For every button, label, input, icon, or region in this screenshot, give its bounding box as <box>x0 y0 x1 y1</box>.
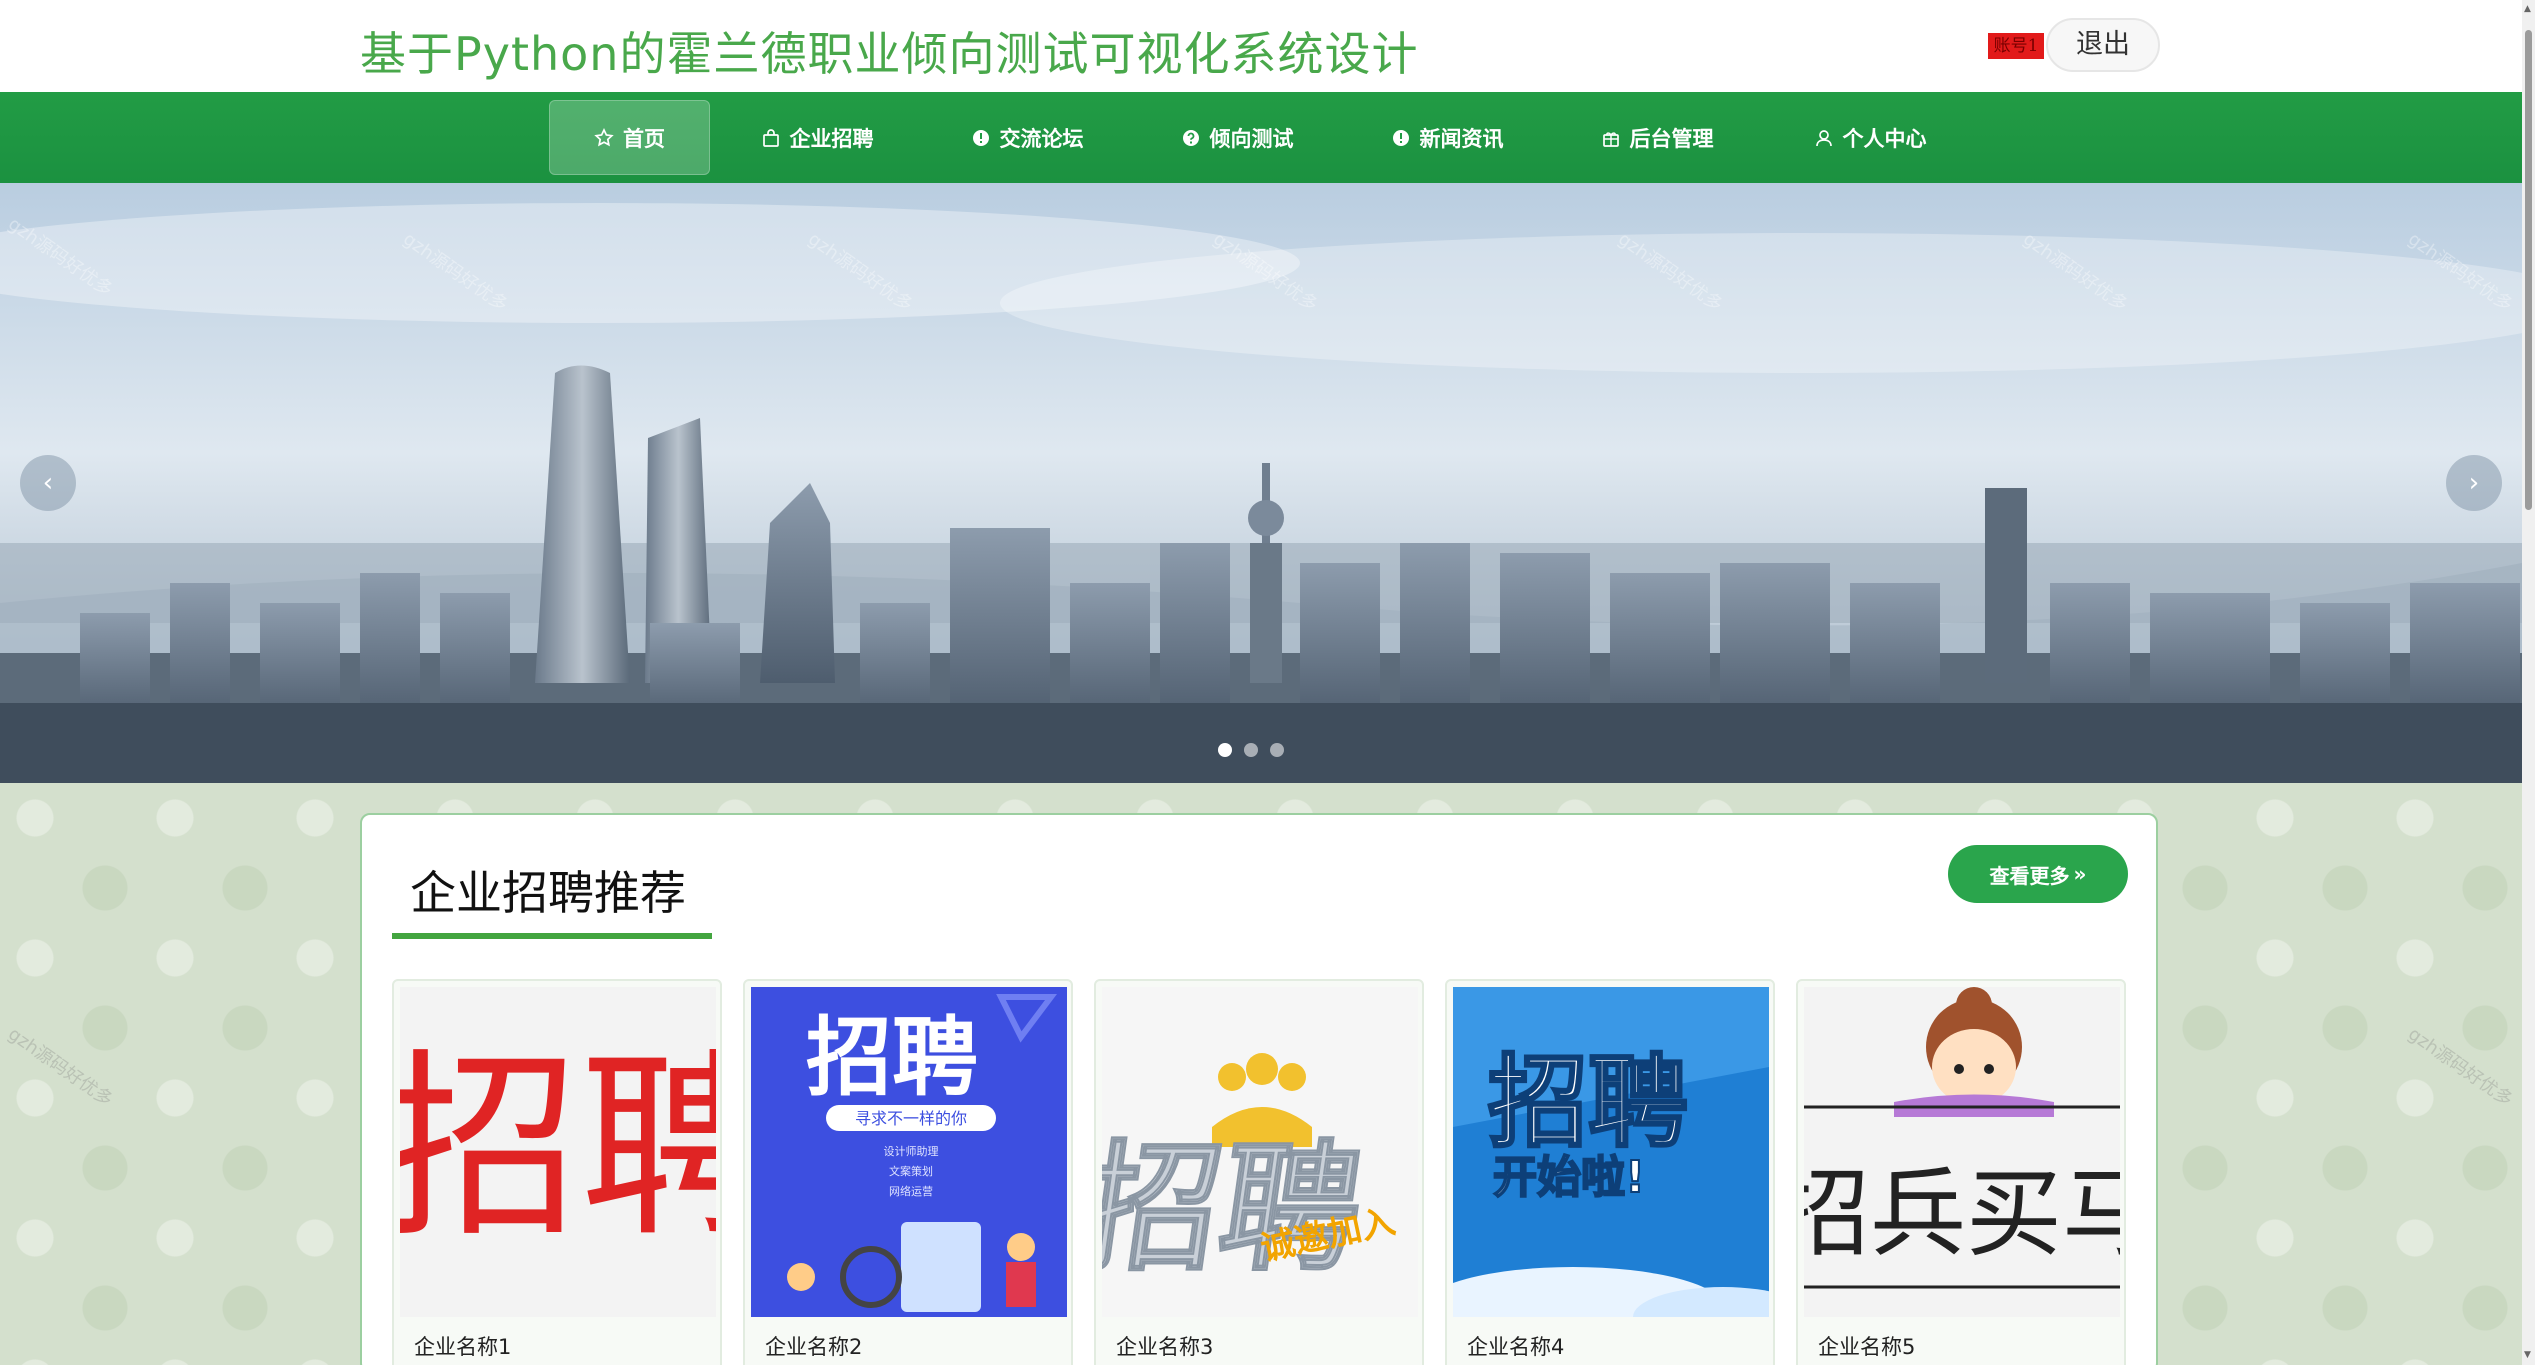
carousel-dot[interactable] <box>1244 743 1258 757</box>
recruitment-panel: 企业招聘推荐 查看更多 » 招聘 企业名称1 招聘 <box>360 813 2158 1365</box>
carousel-prev-button[interactable]: ‹ <box>20 455 76 511</box>
company-poster: 招兵买马 <box>1804 987 2120 1317</box>
star-icon <box>594 127 614 148</box>
nav-item-label: 首页 <box>623 126 665 151</box>
nav-item-forum[interactable]: 交流论坛 <box>962 100 1092 175</box>
chevron-left-icon: ‹ <box>42 468 54 498</box>
poster-line: 网络运营 <box>889 1184 933 1198</box>
bag-icon <box>761 128 781 148</box>
company-card[interactable]: 招聘 寻求不一样的你 设计师助理 文案策划 网络运营 企业名称2 <box>743 979 1073 1365</box>
watermark: gzh源码好优多 <box>2404 1023 2517 1111</box>
company-poster: 招聘 诚邀加入 <box>1102 987 1418 1317</box>
site-title: 基于Python的霍兰德职业倾向测试可视化系统设计 <box>360 27 1419 81</box>
account-badge[interactable]: 账号1 <box>1988 33 2044 59</box>
section-title-underline <box>392 933 712 939</box>
company-poster: 招聘 <box>400 987 716 1317</box>
nav-item-recruit[interactable]: 企业招聘 <box>752 100 882 175</box>
main-nav: 首页 企业招聘 交流论坛 倾向测试 新闻资讯 后台管理 个人中心 <box>0 92 2522 183</box>
carousel-dot[interactable] <box>1270 743 1284 757</box>
nav-item-admin[interactable]: 后台管理 <box>1592 100 1722 175</box>
chevron-right-icon: › <box>2468 468 2480 498</box>
nav-item-home[interactable]: 首页 <box>549 100 710 175</box>
view-more-button[interactable]: 查看更多 » <box>1948 845 2128 903</box>
carousel-indicators <box>1218 743 1284 757</box>
company-card[interactable]: 招兵买马 企业名称5 <box>1796 979 2126 1365</box>
page-scrollbar[interactable]: ▲ ▼ <box>2522 0 2535 1365</box>
section-title: 企业招聘推荐 <box>410 866 686 920</box>
watermark: gzh源码好优多 <box>4 1023 117 1111</box>
scroll-up-icon[interactable]: ▲ <box>2524 4 2531 14</box>
header: 基于Python的霍兰德职业倾向测试可视化系统设计 账号1 退出 <box>0 0 2535 92</box>
scroll-down-icon[interactable]: ▼ <box>2524 1350 2531 1360</box>
info-icon <box>1391 128 1411 148</box>
view-more-label: 查看更多 <box>1989 863 2070 888</box>
nav-item-label: 后台管理 <box>1629 126 1714 151</box>
company-poster: 招聘 寻求不一样的你 设计师助理 文案策划 网络运营 <box>751 987 1067 1317</box>
company-card[interactable]: 招聘 开始啦! 企业名称4 <box>1445 979 1775 1365</box>
poster-text: 招兵买马 <box>1804 1158 2120 1270</box>
company-name[interactable]: 企业名称4 <box>1467 1331 1564 1361</box>
nav-item-label: 企业招聘 <box>789 126 874 151</box>
poster-line: 文案策划 <box>889 1164 933 1178</box>
info-icon <box>971 128 991 148</box>
nav-item-test[interactable]: 倾向测试 <box>1172 100 1302 175</box>
poster-sub: 寻求不一样的你 <box>855 1109 967 1128</box>
logout-button[interactable]: 退出 <box>2046 18 2160 72</box>
question-icon <box>1181 128 1201 148</box>
company-name[interactable]: 企业名称3 <box>1116 1331 1213 1361</box>
poster-text: 招聘 <box>1488 1044 1688 1161</box>
hero-carousel[interactable]: gzh源码好优多 gzh源码好优多 gzh源码好优多 gzh源码好优多 gzh源… <box>0 183 2522 783</box>
company-card[interactable]: 招聘 诚邀加入 企业名称3 <box>1094 979 1424 1365</box>
page: 基于Python的霍兰德职业倾向测试可视化系统设计 账号1 退出 首页 企业招聘… <box>0 0 2535 1365</box>
scrollbar-thumb[interactable] <box>2525 30 2532 510</box>
poster-line: 设计师助理 <box>884 1144 939 1158</box>
nav-item-label: 新闻资讯 <box>1419 126 1504 151</box>
nav-item-news[interactable]: 新闻资讯 <box>1382 100 1512 175</box>
carousel-dot[interactable] <box>1218 743 1232 757</box>
company-card[interactable]: 招聘 企业名称1 <box>392 979 722 1365</box>
poster-text: 招聘 <box>806 1008 978 1108</box>
nav-item-label: 交流论坛 <box>999 126 1084 151</box>
company-poster: 招聘 开始啦! <box>1453 987 1769 1317</box>
user-icon <box>1814 128 1834 148</box>
carousel-next-button[interactable]: › <box>2446 455 2502 511</box>
nav-item-label: 倾向测试 <box>1209 126 1294 151</box>
nav-item-profile[interactable]: 个人中心 <box>1805 100 1935 175</box>
company-name[interactable]: 企业名称1 <box>414 1331 511 1361</box>
poster-text: 招聘 <box>400 1032 716 1265</box>
poster-sub: 开始啦! <box>1493 1152 1645 1203</box>
company-name[interactable]: 企业名称2 <box>765 1331 862 1361</box>
nav-item-label: 个人中心 <box>1842 126 1927 151</box>
gift-icon <box>1601 128 1621 148</box>
poster-text: 招聘 <box>1102 1128 1372 1291</box>
double-chevron-right-icon: » <box>2073 862 2087 886</box>
company-name[interactable]: 企业名称5 <box>1818 1331 1915 1361</box>
